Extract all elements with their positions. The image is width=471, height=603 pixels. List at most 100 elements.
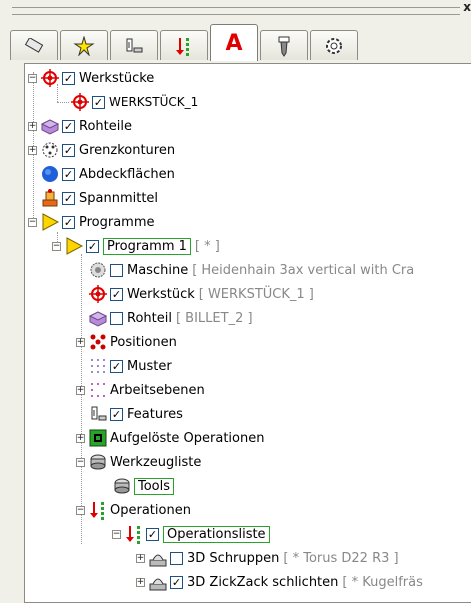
collapse-toggle[interactable]: − (28, 217, 37, 227)
tree-item-grenzkonturen[interactable]: + Grenzkonturen (28, 139, 175, 161)
tab-sparkle[interactable] (60, 30, 108, 60)
collapse-toggle[interactable]: − (76, 457, 85, 467)
tree-item-3d-schruppen[interactable]: + 3D Schruppen [ * Torus D22 R3 ] (136, 547, 399, 569)
visibility-checkbox[interactable] (170, 575, 183, 589)
tree-item-3d-zickzack-schlichten[interactable]: + 3D ZickZack schlichten [ * Kugelfräs (136, 571, 423, 593)
tree-item-abdeckflaechen[interactable]: Abdeckflächen (40, 163, 175, 185)
collapse-toggle[interactable]: − (76, 505, 85, 515)
tree-item-operationsliste[interactable]: − Operationsliste (112, 523, 270, 545)
tree-item-detail: [ Heidenhain 3ax vertical with Cra (192, 262, 415, 278)
expand-toggle[interactable]: + (28, 145, 37, 155)
tree-item-tools[interactable]: Tools (112, 475, 175, 497)
tree-panel: − Werkstücke WERKSTÜCK_1 + Rohteile + Gr… (24, 63, 471, 603)
letter-a-icon: A (225, 30, 243, 56)
tab-eraser[interactable] (10, 30, 58, 60)
tree-item-label: Aufgelöste Operationen (110, 430, 265, 446)
tree-item-label: Programme (79, 214, 155, 230)
visibility-checkbox[interactable] (110, 407, 123, 421)
tree-item-detail: [ * Kugelfräs (342, 574, 423, 590)
tool-holder-icon (126, 38, 143, 52)
program-play-icon (66, 237, 84, 255)
tree-item-positionen[interactable]: + Positionen (76, 331, 177, 353)
tree-item-rohteil[interactable]: Rohteil [ BILLET_2 ] (88, 307, 253, 329)
visibility-checkbox[interactable] (62, 167, 75, 181)
machine-icon (90, 262, 106, 278)
tree-item-programm-1[interactable]: − Programm 1 [ * ] (52, 235, 220, 257)
pattern-icon (91, 359, 105, 373)
visibility-checkbox[interactable] (110, 311, 123, 325)
tree-item-label: Muster (127, 358, 172, 374)
tree-item-werkstueck-1[interactable]: WERKSTÜCK_1 (70, 91, 198, 113)
tree-item-label: WERKSTÜCK_1 (109, 95, 199, 109)
eraser-icon (24, 37, 44, 53)
tree-item-werkstueck[interactable]: Werkstück [ WERKSTÜCK_1 ] (88, 283, 314, 305)
tree-item-detail: [ WERKSTÜCK_1 ] (198, 286, 314, 302)
operation-icon (176, 37, 189, 56)
tree-item-label: Positionen (110, 334, 177, 350)
tree-item-maschine[interactable]: Maschine [ Heidenhain 3ax vertical with … (88, 259, 414, 281)
tree-item-werkstuecke[interactable]: − Werkstücke (28, 67, 154, 89)
gear-icon (326, 37, 342, 54)
expand-toggle[interactable]: + (76, 433, 85, 443)
visibility-checkbox[interactable] (62, 191, 75, 205)
milling-operation-icon (149, 554, 167, 567)
stock-block-icon (40, 119, 60, 135)
tree-item-detail: [ * Torus D22 R3 ] (283, 550, 399, 566)
tool-list-icon (114, 478, 130, 494)
tree-item-muster[interactable]: Muster (88, 355, 172, 377)
visibility-checkbox[interactable] (92, 95, 105, 109)
tree-item-label: Programm 1 (103, 237, 191, 255)
collapse-toggle[interactable]: − (52, 241, 61, 251)
positions-icon (90, 334, 106, 350)
tree-item-programme[interactable]: − Programme (28, 211, 155, 233)
tree-item-aufgeloeste-operationen[interactable]: + Aufgelöste Operationen (76, 427, 264, 449)
collapse-toggle[interactable]: − (112, 529, 121, 539)
visibility-checkbox[interactable] (110, 287, 123, 301)
tab-strip: A (10, 22, 471, 64)
tree-item-label: Operationsliste (163, 525, 270, 543)
program-play-icon (42, 213, 60, 231)
close-button[interactable]: x (463, 0, 471, 14)
visibility-checkbox[interactable] (86, 239, 99, 253)
tab-tool-holder[interactable] (110, 30, 158, 60)
tree-item-label: Werkstück (127, 286, 195, 302)
cover-surface-icon (42, 166, 58, 182)
operation-icon (126, 526, 140, 544)
tree-item-operationen[interactable]: − Operationen (76, 499, 191, 521)
expand-toggle[interactable]: + (76, 337, 85, 347)
tree-item-rohteile[interactable]: + Rohteile (28, 115, 132, 137)
tab-letter-a[interactable]: A (210, 24, 258, 61)
boundary-contour-icon (42, 142, 58, 158)
tree-item-arbeitsebenen[interactable]: + Arbeitsebenen (76, 379, 205, 401)
tree-item-features[interactable]: Features (88, 403, 183, 425)
tree-item-label: 3D Schruppen (187, 550, 280, 566)
tab-drill[interactable] (260, 30, 308, 60)
tree-item-label: Arbeitsebenen (110, 382, 205, 398)
tab-gear[interactable] (310, 30, 358, 60)
visibility-checkbox[interactable] (110, 359, 123, 373)
tree-item-label: Rohteil (127, 310, 172, 326)
workpiece-target-icon (41, 69, 59, 87)
tab-operation[interactable] (160, 30, 208, 60)
sparkle-icon (73, 35, 95, 56)
visibility-checkbox[interactable] (62, 119, 75, 133)
tree-item-label: Abdeckflächen (79, 166, 175, 182)
visibility-checkbox[interactable] (62, 143, 75, 157)
expand-toggle[interactable]: + (136, 553, 145, 563)
tree-item-spannmittel[interactable]: Spannmittel (40, 187, 158, 209)
visibility-checkbox[interactable] (170, 551, 183, 565)
expand-toggle[interactable]: + (76, 385, 85, 395)
collapse-toggle[interactable]: − (28, 73, 37, 83)
drag-grip[interactable] (12, 7, 460, 15)
visibility-checkbox[interactable] (62, 215, 75, 229)
visibility-checkbox[interactable] (62, 71, 75, 85)
tree-item-label: Werkzeugliste (110, 454, 202, 470)
expand-toggle[interactable]: + (28, 121, 37, 131)
tree-item-werkzeugliste[interactable]: − Werkzeugliste (76, 451, 201, 473)
tree-item-detail: [ * ] (194, 238, 220, 254)
tree-item-label: 3D ZickZack schlichten (187, 574, 339, 590)
expand-toggle[interactable]: + (136, 577, 145, 587)
visibility-checkbox[interactable] (110, 263, 123, 277)
workpiece-target-icon (71, 93, 89, 111)
visibility-checkbox[interactable] (146, 527, 159, 541)
